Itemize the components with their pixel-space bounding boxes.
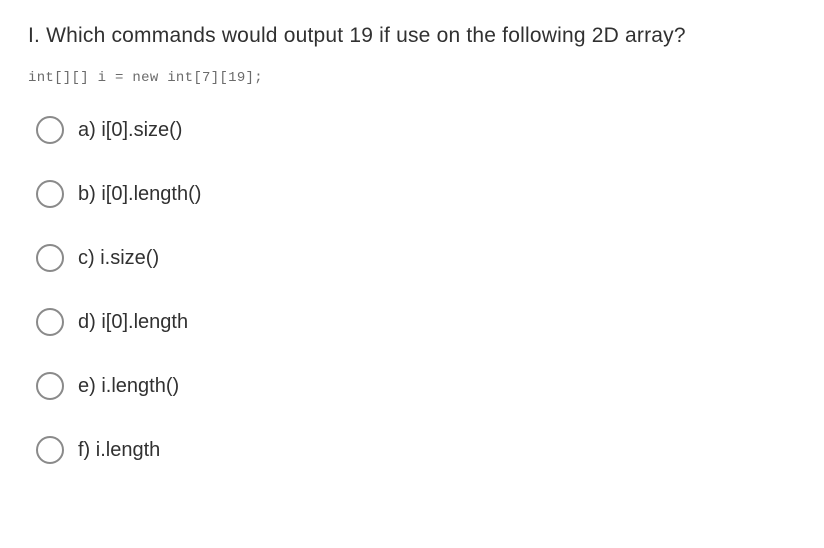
option-label: b) i[0].length() — [78, 183, 201, 206]
option-label: a) i[0].size() — [78, 119, 182, 142]
option-e[interactable]: e) i.length() — [36, 372, 796, 400]
option-b[interactable]: b) i[0].length() — [36, 180, 796, 208]
question-code: int[][] i = new int[7][19]; — [28, 70, 796, 86]
option-label: f) i.length — [78, 439, 160, 462]
option-d[interactable]: d) i[0].length — [36, 308, 796, 336]
option-c[interactable]: c) i.size() — [36, 244, 796, 272]
radio-icon[interactable] — [36, 116, 64, 144]
radio-icon[interactable] — [36, 372, 64, 400]
question-title: I. Which commands would output 19 if use… — [28, 24, 796, 48]
options-container: a) i[0].size() b) i[0].length() c) i.siz… — [28, 116, 796, 464]
radio-icon[interactable] — [36, 308, 64, 336]
option-label: e) i.length() — [78, 375, 179, 398]
option-label: d) i[0].length — [78, 311, 188, 334]
option-f[interactable]: f) i.length — [36, 436, 796, 464]
radio-icon[interactable] — [36, 180, 64, 208]
radio-icon[interactable] — [36, 244, 64, 272]
radio-icon[interactable] — [36, 436, 64, 464]
option-a[interactable]: a) i[0].size() — [36, 116, 796, 144]
option-label: c) i.size() — [78, 247, 159, 270]
